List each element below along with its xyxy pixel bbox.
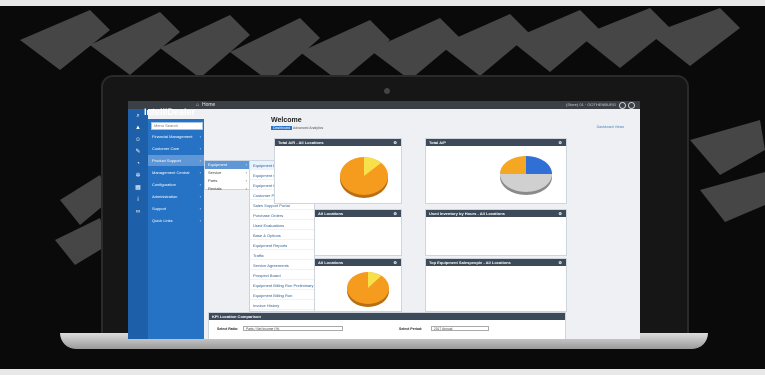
location-label[interactable]: (Store) 01 · GOTHENBURG [566, 101, 616, 109]
select-period-label: Select Period: [399, 327, 423, 331]
gear-icon[interactable]: ⚙ [558, 139, 562, 146]
menu-item-label: Product Support [152, 158, 181, 163]
widget-title: All Locations [318, 260, 344, 265]
gear-icon[interactable]: ⚙ [393, 259, 397, 266]
chevron-right-icon: › [199, 194, 201, 199]
settings-icon[interactable] [628, 102, 635, 109]
widget-title: All Locations [318, 211, 344, 216]
link-icon[interactable]: ∞ [128, 207, 148, 217]
widget-title: Top Equipment Salespeople - All Location… [429, 260, 511, 265]
camera-dot [384, 88, 390, 94]
people-icon[interactable]: ☺ [128, 135, 148, 145]
widget-title: Total A/R - All Locations [278, 140, 324, 145]
widget-total-ar: Total A/R - All Locations ⚙ [274, 138, 402, 204]
widget-kpi-comparison: KPI Location Comparison Select Ratio: Pa… [208, 312, 566, 339]
pie-chart-ap [500, 156, 552, 195]
menu-item-label: Customer Care [152, 146, 180, 151]
dashboard-content: Welcome Dashboard Advanced Analytics Das… [204, 109, 640, 339]
tab-dashboard[interactable]: Dashboard [271, 126, 293, 130]
chevron-right-icon: › [199, 146, 201, 151]
gear-icon[interactable]: ⚙ [393, 139, 397, 146]
menu-item-administration[interactable]: Administration › [148, 191, 204, 202]
widget-used-inventory: Used Inventory by Hours - All Locations ⚙ [425, 209, 567, 256]
pie-chart-ar [340, 157, 388, 198]
icon-sidebar: ⌕ ▲ ☺ ✎ ◔ ✲ ▦ i ∞ [128, 109, 148, 339]
main-menu: Menu Search Financial Management › Custom… [148, 119, 204, 339]
gear-icon[interactable]: ⚙ [558, 210, 562, 217]
tab-advanced-analytics[interactable]: Advanced Analytics [293, 126, 323, 130]
app-screen: ⌂ Home (Store) 01 · GOTHENBURG ⌕ ▲ ☺ ✎ ◔… [128, 101, 640, 339]
pie-chart-locations [347, 272, 389, 307]
dashboard-icon[interactable]: ◔ [128, 159, 148, 169]
widget-all-locations: All Locations ⚙ [314, 209, 402, 256]
chevron-right-icon: › [199, 158, 201, 163]
gear-icon[interactable]: ⚙ [393, 210, 397, 217]
widget-header: All Locations ⚙ [315, 259, 401, 266]
wrench-icon[interactable]: ✎ [128, 147, 148, 157]
chevron-right-icon: › [199, 218, 201, 223]
menu-search-input[interactable]: Menu Search [151, 122, 203, 130]
select-ratio-label: Select Ratio: [217, 327, 239, 331]
menu-item-label: Quick Links [152, 218, 173, 223]
widget-header: All Locations ⚙ [315, 210, 401, 217]
gear-icon[interactable]: ⚙ [558, 259, 562, 266]
widget-header: Total A/R - All Locations ⚙ [275, 139, 401, 146]
menu-item-label: Configuration [152, 182, 176, 187]
menu-item-label: Administration [152, 194, 178, 199]
menu-item-customer-care[interactable]: Customer Care › [148, 143, 204, 154]
widget-top-salespeople: Top Equipment Salespeople - All Location… [425, 258, 567, 312]
menu-item-label: Financial Management [152, 134, 193, 139]
info-icon[interactable]: i [128, 195, 148, 205]
chart-icon[interactable]: ▲ [128, 123, 148, 133]
gears-icon[interactable]: ✲ [128, 171, 148, 181]
widget-header: KPI Location Comparison [209, 313, 565, 320]
menu-item-management-central[interactable]: Management Central › [148, 167, 204, 178]
home-icon[interactable]: ⌂ [196, 102, 201, 108]
widget-header: Total A/P ⚙ [426, 139, 566, 146]
menu-item-label: Support [152, 206, 167, 211]
chevron-right-icon: › [199, 170, 201, 175]
help-icon[interactable] [619, 102, 626, 109]
widget-header: Top Equipment Salespeople - All Location… [426, 259, 566, 266]
top-bar: ⌂ Home (Store) 01 · GOTHENBURG [128, 101, 640, 109]
breadcrumb[interactable]: Home [202, 101, 215, 109]
menu-item-configuration[interactable]: Configuration › [148, 179, 204, 190]
select-ratio-dropdown[interactable]: Parts / Net Income (%) [243, 326, 343, 331]
menu-item-quick-links[interactable]: Quick Links › [148, 215, 204, 226]
chevron-right-icon: › [199, 134, 201, 139]
bank-icon[interactable]: ▦ [128, 183, 148, 193]
widget-all-locations-2: All Locations ⚙ [314, 258, 402, 312]
widget-title: Total A/P [429, 140, 446, 145]
menu-item-product-support[interactable]: Product Support › [148, 155, 204, 166]
menu-item-label: Management Central [152, 170, 190, 175]
chevron-right-icon: › [199, 182, 201, 187]
widget-title: Used Inventory by Hours - All Locations [429, 211, 505, 216]
select-period-dropdown[interactable]: 2017 Annual [431, 326, 489, 331]
widget-header: Used Inventory by Hours - All Locations ⚙ [426, 210, 566, 217]
menu-item-support[interactable]: Support › [148, 203, 204, 214]
chevron-right-icon: › [199, 206, 201, 211]
dashboard-views-link[interactable]: Dashboard Views [597, 125, 624, 129]
page-title: Welcome [271, 117, 302, 124]
menu-item-financial-management[interactable]: Financial Management › [148, 131, 204, 142]
logo[interactable]: IntelliDealer [144, 107, 195, 117]
widget-total-ap: Total A/P ⚙ [425, 138, 567, 204]
dashboard-tabs: Dashboard Advanced Analytics [271, 126, 323, 130]
